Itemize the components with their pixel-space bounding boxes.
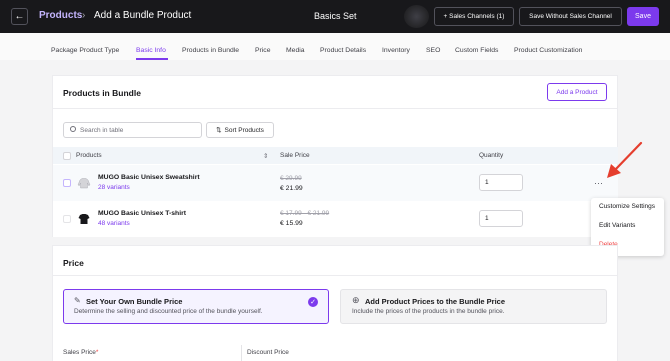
- table-row[interactable]: [53, 201, 618, 237]
- tab-bar: Package Product Type Basic Info Products…: [0, 33, 670, 60]
- tab-product-customization[interactable]: Product Customization: [514, 47, 582, 54]
- arrow-left-icon: ←: [14, 11, 25, 22]
- pencil-icon: ✎: [74, 296, 81, 305]
- column-quantity: Quantity: [479, 152, 504, 159]
- tab-price[interactable]: Price: [255, 47, 271, 54]
- quantity-input[interactable]: 1: [479, 174, 523, 191]
- sales-channels-button[interactable]: + Sales Channels (1): [434, 7, 514, 26]
- sort-column-icon[interactable]: ⇕: [263, 152, 268, 160]
- column-sale-price: Sale Price: [280, 152, 310, 159]
- tab-custom-fields[interactable]: Custom Fields: [455, 47, 498, 54]
- tab-products-in-bundle[interactable]: Products in Bundle: [182, 47, 239, 54]
- page-title: Add a Bundle Product: [94, 10, 192, 21]
- select-all-checkbox[interactable]: [63, 152, 71, 160]
- add-product-prices-option[interactable]: [340, 289, 607, 324]
- required-mark: *: [95, 349, 99, 356]
- tab-package-product-type[interactable]: Package Product Type: [51, 47, 119, 54]
- tshirt-thumbnail: [77, 212, 91, 226]
- option-description: Determine the selling and discounted pri…: [74, 308, 263, 315]
- check-icon: ✓: [308, 297, 318, 307]
- search-icon: [70, 126, 76, 132]
- annotation-arrow-icon: [607, 141, 643, 178]
- divider: [241, 345, 242, 361]
- row-checkbox[interactable]: [63, 215, 71, 223]
- tab-basic-info[interactable]: Basic Info: [136, 47, 166, 54]
- discount-price-label: Discount Price: [247, 349, 289, 356]
- option-description: Include the prices of the products in th…: [352, 308, 505, 315]
- sale-price: € 15.99: [280, 220, 303, 227]
- divider: [53, 108, 618, 109]
- avatar: [404, 5, 429, 28]
- original-price: € 29.99: [280, 175, 302, 182]
- set-own-price-option[interactable]: [63, 289, 329, 324]
- variants-link[interactable]: 28 variants: [98, 184, 130, 191]
- quantity-input[interactable]: 1: [479, 210, 523, 227]
- plus-circle-icon: ⊕: [352, 295, 360, 305]
- top-bar: ← Products › Add a Bundle Product Basics…: [0, 0, 670, 33]
- option-title: Set Your Own Bundle Price: [86, 297, 183, 306]
- price-title: Price: [63, 258, 84, 268]
- variants-link[interactable]: 48 variants: [98, 220, 130, 227]
- menu-item-edit-variants[interactable]: Edit Variants: [599, 222, 635, 229]
- active-tab-indicator: [136, 58, 168, 60]
- product-name: MUGO Basic Unisex T-shirt: [98, 210, 187, 217]
- sale-price: € 21.99: [280, 185, 303, 192]
- chevron-right-icon: ›: [82, 10, 86, 21]
- products-in-bundle-title: Products in Bundle: [63, 88, 141, 98]
- product-name-title: Basics Set: [314, 11, 357, 21]
- tab-seo[interactable]: SEO: [426, 47, 440, 54]
- save-button[interactable]: Save: [627, 7, 659, 26]
- tab-product-details[interactable]: Product Details: [320, 47, 366, 54]
- search-input[interactable]: Search in table: [63, 122, 202, 138]
- column-products: Products: [76, 152, 102, 159]
- search-placeholder: Search in table: [80, 127, 124, 134]
- save-without-sales-channel-button[interactable]: Save Without Sales Channel: [519, 7, 622, 26]
- original-price: € 17.99 - € 21.99: [280, 210, 330, 217]
- menu-item-customize-settings[interactable]: Customize Settings: [599, 203, 655, 210]
- back-button[interactable]: ←: [11, 8, 28, 25]
- sales-price-label: Sales Price*: [63, 349, 98, 356]
- sort-products-button[interactable]: ⇅ Sort Products: [206, 122, 274, 138]
- row-checkbox[interactable]: [63, 179, 71, 187]
- sort-icon: ⇅: [216, 127, 222, 134]
- tab-inventory[interactable]: Inventory: [382, 47, 410, 54]
- divider: [53, 275, 618, 276]
- table-row[interactable]: [53, 165, 618, 201]
- breadcrumb-products-link[interactable]: Products: [39, 10, 82, 21]
- option-title: Add Product Prices to the Bundle Price: [365, 297, 506, 306]
- sweatshirt-thumbnail: [77, 176, 91, 190]
- add-product-button[interactable]: Add a Product: [547, 83, 607, 101]
- sort-products-label: Sort Products: [224, 126, 264, 134]
- product-name: MUGO Basic Unisex Sweatshirt: [98, 174, 200, 181]
- table-header: Products ⇕ Sale Price Quantity: [53, 147, 618, 164]
- tab-media[interactable]: Media: [286, 47, 305, 54]
- sales-price-label-text: Sales Price: [63, 349, 96, 356]
